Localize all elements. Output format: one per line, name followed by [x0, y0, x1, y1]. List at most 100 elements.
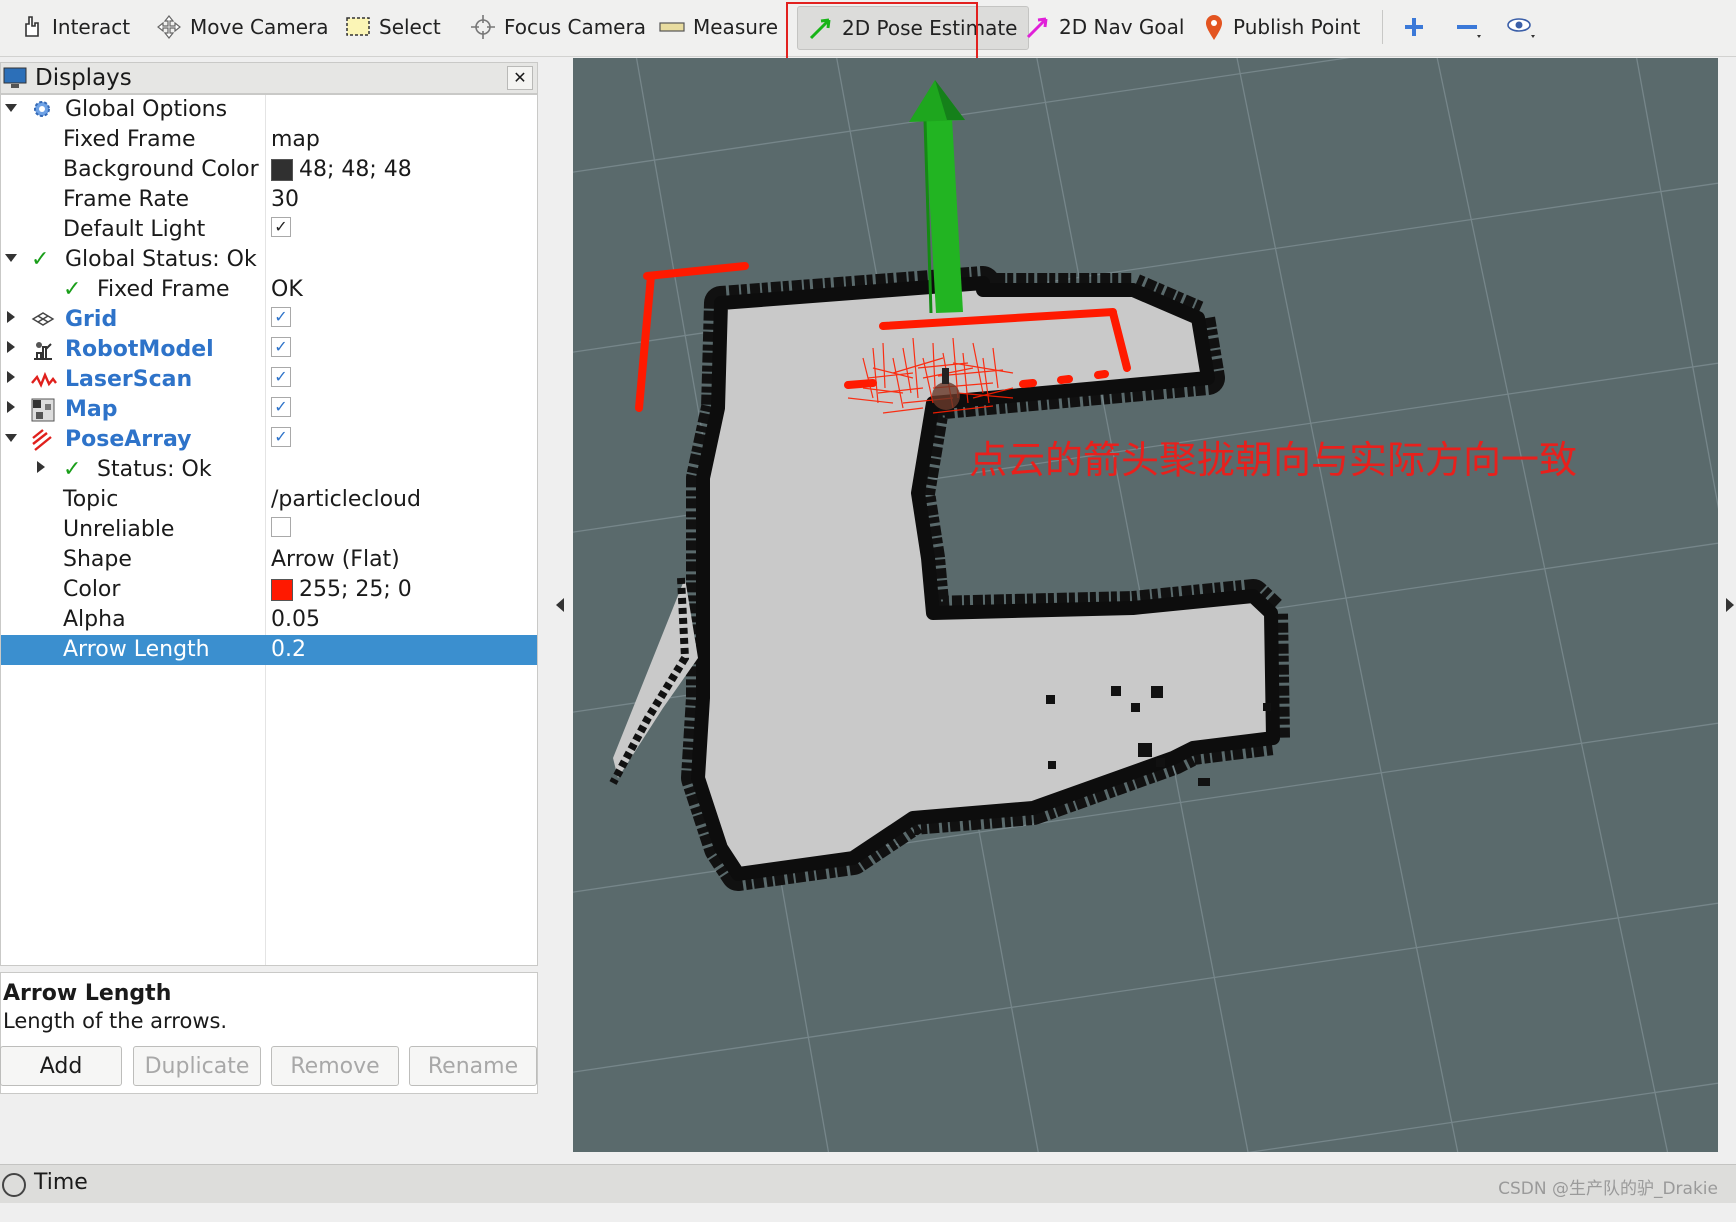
tree-row-fixed-frame-status[interactable]: ✓ Fixed Frame OK — [1, 275, 537, 305]
tree-row-label: RobotModel — [65, 337, 214, 362]
laserscan-checkbox[interactable]: ✓ — [271, 367, 291, 387]
focus-camera-tool-button[interactable]: Focus Camera — [470, 6, 646, 48]
expand-arrow-icon[interactable] — [7, 311, 15, 323]
focus-camera-tool-label: Focus Camera — [504, 15, 646, 39]
collapse-left-arrow-icon[interactable] — [556, 598, 564, 612]
property-name: Fixed Frame — [97, 277, 230, 302]
tree-row-background-color[interactable]: Background Color 48; 48; 48 — [1, 155, 537, 185]
rename-display-button[interactable]: Rename — [409, 1046, 537, 1086]
laser-scan-icon — [31, 371, 57, 388]
map-icon — [31, 398, 55, 422]
shape-value[interactable]: Arrow (Flat) — [271, 547, 400, 572]
tree-row-alpha[interactable]: Alpha 0.05 — [1, 605, 537, 635]
duplicate-display-button[interactable]: Duplicate — [133, 1046, 261, 1086]
expand-arrow-icon[interactable] — [7, 341, 15, 353]
tree-row-fixed-frame[interactable]: Fixed Frame map — [1, 125, 537, 155]
views-toggle-button[interactable] — [1505, 6, 1539, 48]
arrow-length-value[interactable]: 0.2 — [271, 637, 306, 662]
robotmodel-checkbox[interactable]: ✓ — [271, 337, 291, 357]
frame-rate-value[interactable]: 30 — [271, 187, 299, 212]
tree-row-unreliable[interactable]: Unreliable — [1, 515, 537, 545]
tree-row-topic[interactable]: Topic /particlecloud — [1, 485, 537, 515]
tree-row-label: Status: Ok — [97, 457, 212, 482]
fixed-frame-value[interactable]: map — [271, 127, 320, 152]
add-tool-button[interactable] — [1402, 6, 1426, 48]
topic-value[interactable]: /particlecloud — [271, 487, 421, 512]
tree-row-robotmodel[interactable]: RobotModel ✓ — [1, 335, 537, 365]
select-tool-button[interactable]: Select — [345, 6, 441, 48]
move-camera-tool-button[interactable]: Move Camera — [156, 6, 328, 48]
background-color-value[interactable]: 48; 48; 48 — [271, 157, 412, 182]
interact-tool-button[interactable]: Interact — [18, 6, 130, 48]
check-ok-icon: ✓ — [31, 247, 50, 272]
grid-checkbox[interactable]: ✓ — [271, 307, 291, 327]
property-name: Shape — [63, 547, 132, 572]
background-color-text: 48; 48; 48 — [299, 157, 412, 182]
collapse-arrow-icon[interactable] — [5, 254, 17, 262]
expand-arrow-icon[interactable] — [37, 461, 45, 473]
alpha-value[interactable]: 0.05 — [271, 607, 320, 632]
remove-display-button[interactable]: Remove — [271, 1046, 399, 1086]
measure-tool-button[interactable]: Measure — [659, 6, 778, 48]
main-toolbar: Interact Move Camera Select Focus Camera… — [0, 0, 1736, 84]
publish-point-tool-button[interactable]: Publish Point — [1203, 6, 1360, 48]
add-display-button[interactable]: Add — [0, 1046, 122, 1086]
tree-row-global-options[interactable]: Global Options — [1, 95, 537, 125]
time-panel-bar[interactable]: Time CSDN @生产队的驴_Drakie — [0, 1164, 1736, 1203]
tree-row-grid[interactable]: Grid ✓ — [1, 305, 537, 335]
grid-enabled[interactable]: ✓ — [271, 307, 291, 327]
clock-icon — [2, 1173, 26, 1197]
select-tool-label: Select — [379, 15, 441, 39]
property-name: Background Color — [63, 157, 259, 182]
watermark-text: CSDN @生产队的驴_Drakie — [1498, 1179, 1718, 1199]
tree-row-default-light[interactable]: Default Light ✓ — [1, 215, 537, 245]
collapse-arrow-icon[interactable] — [5, 104, 17, 112]
tree-row-posearray[interactable]: PoseArray ✓ — [1, 425, 537, 455]
robotmodel-enabled[interactable]: ✓ — [271, 337, 291, 357]
render-viewport[interactable]: 点云的箭头聚拢朝向与实际方向一致 — [573, 58, 1718, 1152]
time-panel-label: Time — [34, 1170, 88, 1195]
property-name: Unreliable — [63, 517, 175, 542]
tree-row-arrow-length[interactable]: Arrow Length 0.2 — [1, 635, 537, 665]
eye-icon — [1507, 18, 1535, 38]
posearray-enabled[interactable]: ✓ — [271, 427, 291, 447]
tree-row-frame-rate[interactable]: Frame Rate 30 — [1, 185, 537, 215]
default-light-checkbox[interactable]: ✓ — [271, 217, 291, 237]
map-pin-icon — [1206, 15, 1222, 40]
collapse-right-arrow-icon[interactable] — [1726, 598, 1734, 612]
expand-arrow-icon[interactable] — [7, 401, 15, 413]
posearray-checkbox[interactable]: ✓ — [271, 427, 291, 447]
tree-row-global-status[interactable]: ✓ Global Status: Ok — [1, 245, 537, 275]
tree-row-color[interactable]: Color 255; 25; 0 — [1, 575, 537, 605]
fixed-frame-status-value: OK — [271, 277, 303, 302]
color-value[interactable]: 255; 25; 0 — [271, 577, 412, 602]
property-name: Color — [63, 577, 121, 602]
expand-arrow-icon[interactable] — [7, 371, 15, 383]
unreliable-value[interactable] — [271, 517, 291, 537]
default-light-value[interactable]: ✓ — [271, 217, 291, 237]
property-name: Alpha — [63, 607, 126, 632]
tree-row-shape[interactable]: Shape Arrow (Flat) — [1, 545, 537, 575]
grid-icon — [31, 312, 55, 326]
tree-row-laserscan[interactable]: LaserScan ✓ — [1, 365, 537, 395]
measure-tool-label: Measure — [693, 15, 778, 39]
collapse-arrow-icon[interactable] — [5, 434, 17, 442]
unreliable-checkbox[interactable] — [271, 517, 291, 537]
check-ok-icon: ✓ — [63, 277, 82, 302]
color-text: 255; 25; 0 — [299, 577, 412, 602]
laserscan-enabled[interactable]: ✓ — [271, 367, 291, 387]
tree-row-label: Global Options — [65, 97, 228, 122]
color-swatch — [271, 578, 293, 601]
tree-row-map[interactable]: Map ✓ — [1, 395, 537, 425]
map-checkbox[interactable]: ✓ — [271, 397, 291, 417]
tree-row-posearray-status[interactable]: ✓ Status: Ok — [1, 455, 537, 485]
map-enabled[interactable]: ✓ — [271, 397, 291, 417]
rviz-scene[interactable]: 点云的箭头聚拢朝向与实际方向一致 — [573, 58, 1718, 1152]
remove-tool-button[interactable] — [1455, 6, 1485, 48]
displays-tree[interactable]: Global Options Fixed Frame map Backgroun… — [0, 94, 538, 966]
nav-goal-tool-button[interactable]: 2D Nav Goal — [1025, 6, 1184, 48]
toolbar-separator — [1382, 10, 1383, 44]
pose-estimate-tool-button[interactable]: 2D Pose Estimate — [797, 6, 1029, 50]
close-panel-button[interactable]: ✕ — [507, 66, 533, 90]
minus-icon — [1457, 25, 1481, 38]
